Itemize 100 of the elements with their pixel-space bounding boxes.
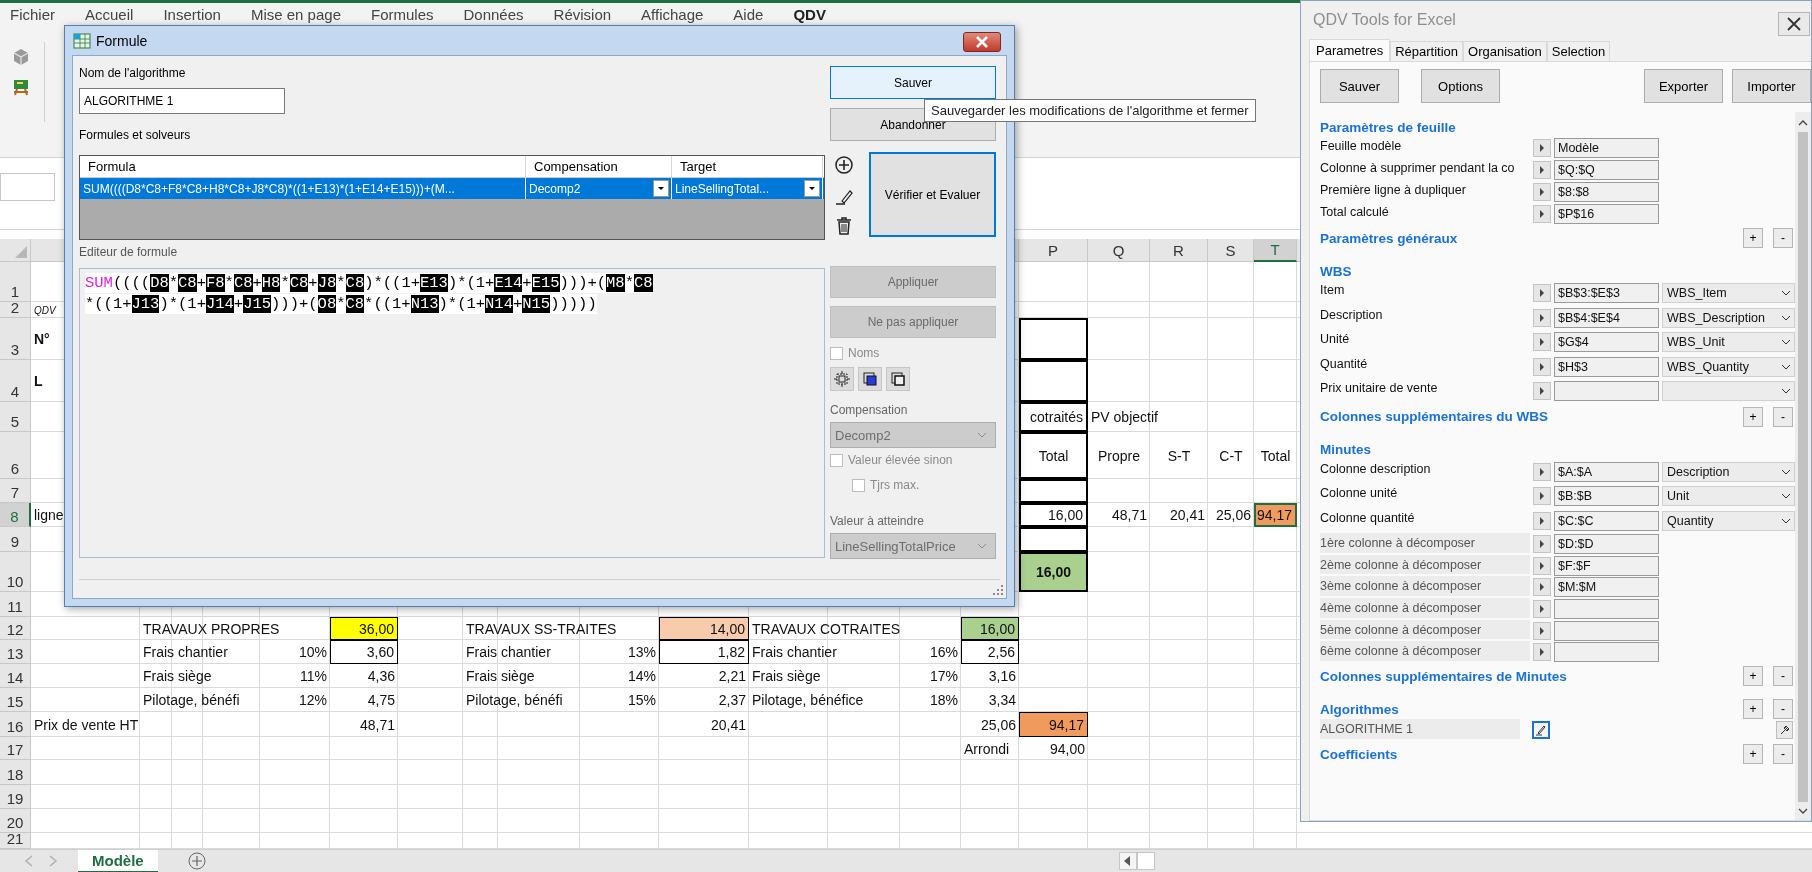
ribbon-tab[interactable]: Insertion [163,3,221,24]
pick-button[interactable] [1533,161,1551,179]
value-field[interactable] [1554,381,1659,402]
row-header[interactable]: 9 [0,527,31,552]
tab[interactable]: Parametres [1309,39,1391,61]
value-field[interactable] [1554,620,1659,641]
dropdown-button[interactable] [804,180,820,197]
section-button[interactable]: + [1743,744,1763,765]
column-header[interactable]: T [1254,239,1297,262]
row-header[interactable]: 4 [0,360,31,402]
pick-button[interactable] [1533,357,1551,376]
column-header[interactable]: Formula [80,156,526,177]
row-header[interactable]: 12 [0,617,31,640]
pick-button[interactable] [1533,308,1551,327]
value-field[interactable]: $H$3 [1554,356,1659,377]
value-field[interactable] [1554,598,1659,619]
row-header[interactable]: 17 [0,737,31,760]
ribbon-tab[interactable]: Révision [553,3,612,24]
value-field[interactable]: $P$16 [1554,204,1659,224]
row-header[interactable]: 21 [0,833,31,849]
action-button[interactable]: Importer [1732,69,1811,103]
edit-button[interactable] [1532,721,1550,740]
action-button[interactable]: Sauver [1320,69,1399,103]
pick-button[interactable] [1533,578,1551,597]
pick-button[interactable] [1533,511,1551,530]
dropdown-field[interactable]: WBS_Item [1662,283,1795,304]
section-button[interactable]: + [1743,406,1763,427]
dropdown-field[interactable]: WBS_Quantity [1662,356,1795,377]
pick-button[interactable] [1533,205,1551,223]
ribbon-tab[interactable]: Affichage [641,3,704,24]
dropdown-field[interactable]: WBS_Description [1662,307,1795,328]
row-header[interactable]: 13 [0,640,31,664]
row-header[interactable]: 7 [0,479,31,503]
ribbon-tab[interactable]: Aide [733,3,764,24]
dropdown-button[interactable] [653,180,669,197]
board-icon[interactable] [12,78,30,96]
pick-button[interactable] [1533,621,1551,640]
dropdown-field[interactable]: WBS_Unit [1662,332,1795,353]
name-field[interactable]: ALGORITHME 1 [79,88,285,114]
section-button[interactable]: + [1743,666,1763,687]
value-field[interactable]: $B$3:$E$3 [1554,283,1659,304]
close-button[interactable] [1778,12,1810,36]
dropdown-field[interactable] [1662,381,1795,402]
pick-button[interactable] [1533,556,1551,575]
value-field[interactable]: $M:$M [1554,577,1659,598]
value-field[interactable]: $G$4 [1554,332,1659,353]
tab[interactable]: Organisation [1463,41,1547,61]
pick-button[interactable] [1533,534,1551,553]
dropdown-field[interactable]: Quantity [1662,510,1795,531]
row-header[interactable]: 3 [0,318,31,360]
ribbon-tab[interactable]: Données [463,3,524,24]
row-header[interactable]: 15 [0,688,31,712]
section-button[interactable]: - [1773,666,1793,687]
copy-button[interactable] [886,367,910,391]
pick-button[interactable] [1533,487,1551,506]
scrollbar-thumb[interactable] [1798,132,1808,802]
dropdown-field[interactable]: Unit [1662,486,1795,507]
pick-button[interactable] [1533,382,1551,401]
stack-button[interactable] [858,367,882,391]
brush-button[interactable] [1776,721,1793,740]
row-header[interactable]: 8 [0,503,31,527]
row-header[interactable]: 1 [0,262,31,302]
dropdown-field[interactable]: Description [1662,461,1795,482]
row-header[interactable]: 18 [0,760,31,785]
scroll-down-icon[interactable] [1798,808,1808,814]
pick-button[interactable] [1533,599,1551,618]
column-header[interactable]: S [1208,239,1254,262]
pick-button[interactable] [1533,462,1551,481]
scroll-left-button[interactable] [1118,852,1137,870]
value-field[interactable]: Modèle [1554,138,1659,158]
section-button[interactable]: - [1773,699,1793,720]
row-header[interactable]: 5 [0,402,31,432]
pick-button[interactable] [1533,139,1551,157]
ribbon-tab[interactable]: Fichier [10,3,55,24]
row-header[interactable]: 6 [0,432,31,479]
evaluate-button[interactable]: Vérifier et Evaluer [869,152,996,237]
action-button[interactable]: Options [1421,69,1500,103]
action-button[interactable]: Exporter [1644,69,1723,103]
section-button[interactable]: - [1773,406,1793,427]
value-field[interactable]: $B$4:$E$4 [1554,307,1659,328]
column-header[interactable]: P [1019,239,1088,262]
section-button[interactable]: + [1743,228,1763,248]
add-sheet-icon[interactable] [187,852,206,870]
ribbon-tab[interactable]: Mise en page [250,3,341,24]
close-button[interactable] [963,32,1001,52]
ribbon-tab[interactable]: QDV [793,3,826,24]
value-field[interactable]: $C:$C [1554,510,1659,531]
row-header[interactable]: 14 [0,664,31,688]
row-header[interactable]: 16 [0,712,31,737]
table-row[interactable]: SUM((((D8*C8+F8*C8+H8*C8+J8*C8)*((1+E13)*(1+E14+E15)))+(M... Decomp2 LineSellingTotal... [80,178,824,199]
value-field[interactable]: $F:$F [1554,555,1659,576]
column-header[interactable]: R [1150,239,1208,262]
scroll-up-icon[interactable] [1798,120,1808,126]
row-header[interactable]: 20 [0,809,31,833]
tab[interactable]: Répartition [1390,41,1464,61]
value-field[interactable]: $D:$D [1554,533,1659,554]
ribbon-tab[interactable]: Formules [371,3,434,24]
pick-button[interactable] [1533,333,1551,352]
value-field[interactable] [1554,642,1659,663]
ribbon-tab[interactable]: Accueil [85,3,134,24]
